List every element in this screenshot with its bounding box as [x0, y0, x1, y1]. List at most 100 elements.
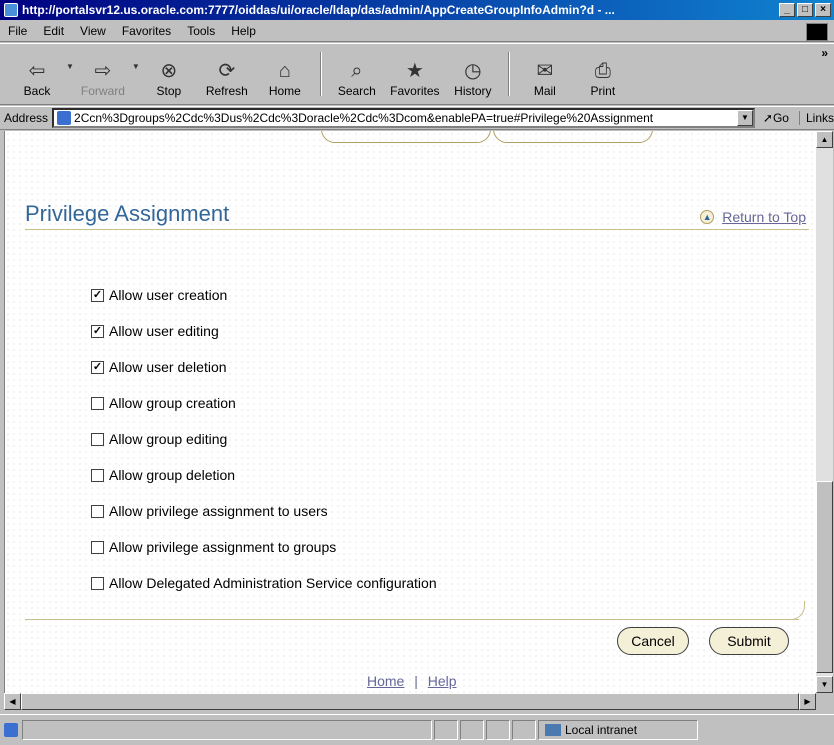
- privilege-label: Allow Delegated Administration Service c…: [109, 575, 437, 591]
- horizontal-scroll-thumb[interactable]: [21, 693, 799, 710]
- page-icon: [57, 111, 72, 125]
- footer-separator: |: [414, 673, 418, 689]
- toolbar-overflow-icon[interactable]: »: [821, 46, 828, 60]
- top-tab-bar: [321, 131, 661, 143]
- back-button[interactable]: ⇦ Back: [8, 44, 66, 102]
- favorites-button[interactable]: ★ Favorites: [386, 44, 444, 102]
- stop-button[interactable]: ⊗ Stop: [140, 44, 198, 102]
- go-arrow-icon: ➚: [762, 111, 773, 125]
- refresh-icon: ⟳: [218, 60, 236, 82]
- home-link[interactable]: Home: [367, 673, 404, 689]
- vertical-scrollbar[interactable]: ▲ ▼: [816, 131, 833, 693]
- status-pane: [512, 720, 536, 740]
- checkbox-group-deletion[interactable]: [91, 468, 104, 482]
- privilege-item: Allow privilege assignment to groups: [91, 529, 437, 565]
- back-dropdown-icon[interactable]: ▼: [66, 62, 74, 71]
- top-tab[interactable]: [321, 131, 491, 143]
- mail-button[interactable]: ✉ Mail: [516, 44, 574, 102]
- search-button[interactable]: ⌕ Search: [328, 44, 386, 102]
- privilege-label: Allow privilege assignment to groups: [109, 539, 337, 555]
- home-button[interactable]: ⌂ Home: [256, 44, 314, 102]
- intranet-icon: [545, 724, 561, 736]
- privilege-label: Allow group creation: [109, 395, 236, 411]
- back-arrow-icon: ⇦: [28, 60, 46, 82]
- history-icon: ◷: [464, 60, 482, 82]
- address-dropdown-icon[interactable]: ▼: [736, 110, 753, 126]
- toolbar-separator: [319, 52, 322, 96]
- forward-arrow-icon: ⇨: [94, 60, 112, 82]
- menu-bar: File Edit View Favorites Tools Help: [0, 20, 834, 42]
- scrollbar-corner: [816, 693, 833, 710]
- footer-divider: [25, 619, 799, 620]
- privilege-label: Allow privilege assignment to users: [109, 503, 328, 519]
- menu-view[interactable]: View: [72, 24, 114, 38]
- scroll-left-icon[interactable]: ◀: [4, 693, 21, 710]
- address-url[interactable]: 2Ccn%3Dgroups%2Cdc%3Dus%2Cdc%3Doracle%2C…: [74, 111, 737, 125]
- toolbar-separator: [507, 52, 510, 96]
- checkbox-group-creation[interactable]: [91, 396, 104, 410]
- horizontal-scrollbar[interactable]: ◀ ▶: [4, 693, 816, 710]
- menu-favorites[interactable]: Favorites: [114, 24, 179, 38]
- section-corner: [785, 601, 805, 620]
- checkbox-group-editing[interactable]: [91, 432, 104, 446]
- privilege-item: ✓ Allow user creation: [91, 277, 437, 313]
- checkbox-privilege-to-groups[interactable]: [91, 540, 104, 554]
- minimize-button[interactable]: _: [779, 3, 795, 17]
- privilege-item: Allow group deletion: [91, 457, 437, 493]
- submit-button[interactable]: Submit: [709, 627, 789, 655]
- checkbox-privilege-to-users[interactable]: [91, 504, 104, 518]
- checkbox-user-creation[interactable]: ✓: [91, 288, 104, 302]
- page-status-icon: [4, 723, 18, 737]
- toolbar: ⇦ Back ▼ ⇨ Forward ▼ ⊗ Stop ⟳ Refresh ⌂ …: [0, 43, 834, 105]
- top-tab[interactable]: [493, 131, 653, 143]
- menu-file[interactable]: File: [0, 24, 35, 38]
- forward-button[interactable]: ⇨ Forward: [74, 44, 132, 102]
- scroll-up-icon[interactable]: ▲: [816, 131, 833, 148]
- section-title: Privilege Assignment: [25, 201, 230, 226]
- address-input[interactable]: 2Ccn%3Dgroups%2Cdc%3Dus%2Cdc%3Doracle%2C…: [52, 108, 755, 128]
- page-content: Privilege Assignment ▲ Return to Top ✓ A…: [4, 131, 816, 693]
- refresh-button[interactable]: ⟳ Refresh: [198, 44, 256, 102]
- links-button[interactable]: Links: [798, 111, 834, 125]
- return-to-top-link[interactable]: Return to Top: [722, 209, 806, 225]
- privilege-item: Allow group creation: [91, 385, 437, 421]
- close-button[interactable]: ×: [815, 3, 831, 17]
- forward-dropdown-icon[interactable]: ▼: [132, 62, 140, 71]
- history-button[interactable]: ◷ History: [444, 44, 502, 102]
- privilege-item: ✓ Allow user deletion: [91, 349, 437, 385]
- favorites-icon: ★: [405, 60, 424, 82]
- scroll-down-icon[interactable]: ▼: [816, 676, 833, 693]
- privilege-item: Allow Delegated Administration Service c…: [91, 565, 437, 601]
- status-pane: [22, 720, 432, 740]
- cancel-button[interactable]: Cancel: [617, 627, 689, 655]
- maximize-button[interactable]: □: [797, 3, 813, 17]
- up-arrow-icon: ▲: [700, 210, 715, 224]
- search-icon: ⌕: [351, 60, 363, 82]
- menu-help[interactable]: Help: [223, 24, 264, 38]
- stop-icon: ⊗: [160, 60, 178, 82]
- checkbox-user-deletion[interactable]: ✓: [91, 360, 104, 374]
- title-bar: http://portalsvr12.us.oracle.com:7777/oi…: [0, 0, 834, 20]
- status-pane: [486, 720, 510, 740]
- checkbox-das-configuration[interactable]: [91, 576, 104, 590]
- privilege-item: Allow group editing: [91, 421, 437, 457]
- window-title: http://portalsvr12.us.oracle.com:7777/oi…: [22, 3, 615, 17]
- scroll-right-icon[interactable]: ▶: [799, 693, 816, 710]
- privilege-item: ✓ Allow user editing: [91, 313, 437, 349]
- address-bar: Address 2Ccn%3Dgroups%2Cdc%3Dus%2Cdc%3Do…: [0, 106, 834, 130]
- home-icon: ⌂: [278, 60, 291, 82]
- menu-edit[interactable]: Edit: [35, 24, 72, 38]
- privilege-label: Allow group editing: [109, 431, 228, 447]
- checkbox-user-editing[interactable]: ✓: [91, 324, 104, 338]
- security-zone: Local intranet: [538, 720, 698, 740]
- status-pane: [460, 720, 484, 740]
- menu-tools[interactable]: Tools: [179, 24, 223, 38]
- vertical-scroll-thumb[interactable]: [816, 481, 833, 673]
- return-to-top[interactable]: ▲ Return to Top: [700, 209, 806, 225]
- mail-icon: ✉: [536, 60, 554, 82]
- privilege-list: ✓ Allow user creation ✓ Allow user editi…: [91, 277, 437, 601]
- print-button[interactable]: ⎙ Print: [574, 44, 632, 102]
- status-bar: Local intranet: [0, 714, 834, 745]
- go-button[interactable]: ➚ Go: [763, 111, 789, 125]
- help-link[interactable]: Help: [428, 673, 457, 689]
